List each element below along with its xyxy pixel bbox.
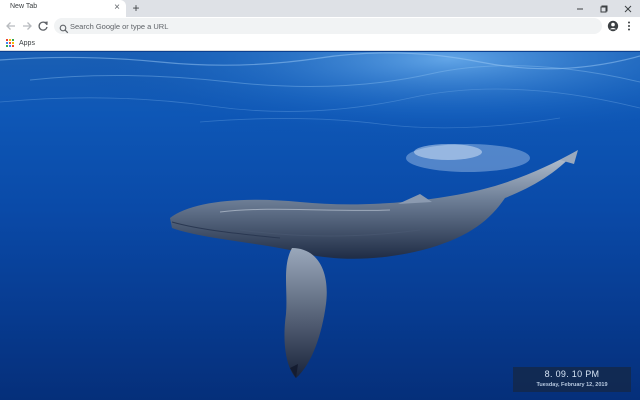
arrow-left-icon[interactable] (4, 19, 18, 33)
apps-label: Apps (19, 39, 35, 47)
whale-wallpaper (0, 52, 640, 378)
clock-widget: 8. 09. 10 PM Tuesday, February 12, 2019 (513, 367, 631, 392)
bookmarks-bar: Apps (0, 35, 640, 51)
reload-icon[interactable] (36, 19, 50, 33)
omnibox[interactable] (54, 18, 602, 34)
clock-date: Tuesday, February 12, 2019 (536, 382, 608, 388)
clock-time: 8. 09. 10 PM (544, 369, 600, 379)
tab-title: New Tab (10, 3, 38, 10)
new-tab-button[interactable]: + (130, 0, 142, 17)
minimize-icon[interactable] (568, 0, 592, 17)
tab-strip: New Tab × + (0, 0, 640, 17)
close-icon[interactable] (616, 0, 640, 17)
apps-shortcut[interactable]: Apps (6, 37, 35, 49)
tab-close-icon[interactable]: × (112, 1, 122, 15)
tab-new-tab[interactable]: New Tab × (0, 0, 126, 17)
apps-grid-icon (6, 39, 14, 47)
toolbar (0, 17, 640, 35)
arrow-right-icon[interactable] (20, 19, 34, 33)
search-icon (59, 21, 69, 34)
address-input[interactable] (70, 19, 570, 33)
new-tab-page (0, 52, 640, 400)
maximize-icon[interactable] (592, 0, 616, 17)
kebab-menu-icon[interactable] (624, 19, 634, 31)
account-icon[interactable] (607, 19, 619, 32)
